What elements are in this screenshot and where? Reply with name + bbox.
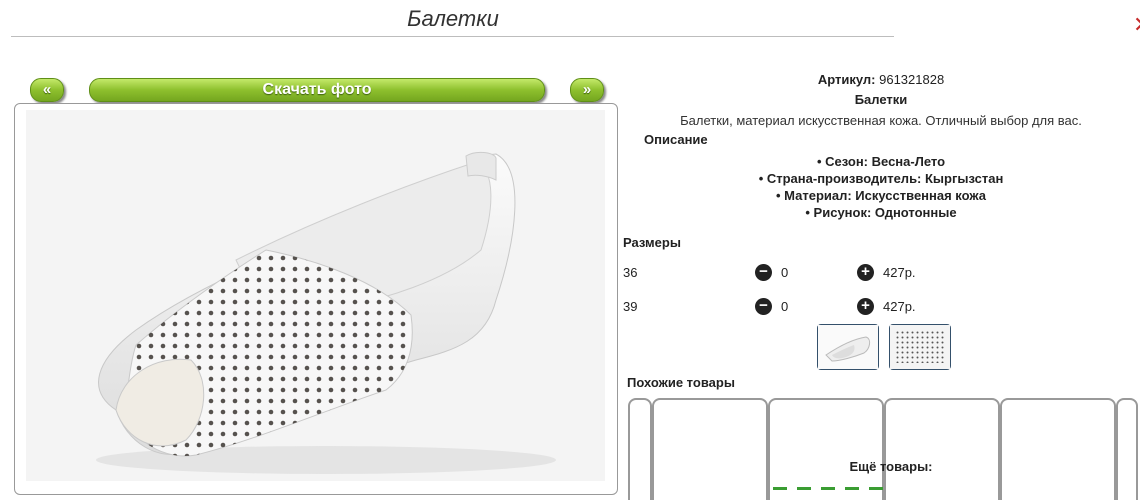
- plus-icon[interactable]: +: [857, 298, 874, 315]
- spec-item: • Рисунок: Однотонные: [805, 205, 957, 220]
- page-title: Балетки: [407, 6, 499, 31]
- quantity-value: 0: [781, 265, 789, 280]
- similar-products-heading: Похожие товары: [627, 375, 735, 390]
- article-value: 961321828: [879, 72, 945, 87]
- next-photo-button[interactable]: »: [570, 78, 604, 102]
- spec-list: • Сезон: Весна-Лето • Страна-производите…: [623, 153, 1139, 221]
- close-icon[interactable]: ✕: [1133, 12, 1140, 38]
- product-photo: [26, 110, 605, 481]
- sizes-heading: Размеры: [623, 235, 681, 250]
- prev-photo-button[interactable]: «: [30, 78, 64, 102]
- article-label: Артикул:: [817, 72, 876, 87]
- similar-product-card[interactable]: [628, 398, 652, 500]
- similar-product-card[interactable]: [652, 398, 768, 500]
- price: 427р.: [883, 265, 916, 280]
- price: 427р.: [883, 299, 916, 314]
- product-name: Балетки: [854, 92, 908, 107]
- product-description: Балетки, материал искусственная кожа. От…: [680, 113, 1082, 128]
- spec-item: • Страна-производитель: Кыргызстан: [758, 171, 1004, 186]
- title-divider: [11, 36, 894, 37]
- spec-item: • Материал: Искусственная кожа: [775, 188, 987, 203]
- similar-product-card[interactable]: [1116, 398, 1138, 500]
- similar-product-card[interactable]: [884, 398, 1000, 500]
- size-label: 36: [623, 265, 638, 280]
- spec-item: • Сезон: Весна-Лето: [816, 154, 946, 169]
- similar-product-card[interactable]: [768, 398, 884, 500]
- description-heading: Описание: [644, 132, 708, 147]
- quantity-value: 0: [781, 299, 789, 314]
- plus-icon[interactable]: +: [857, 264, 874, 281]
- article-line: Артикул: 961321828: [623, 72, 1139, 87]
- more-products-heading: Ещё товары:: [849, 459, 933, 474]
- download-photo-button[interactable]: Скачать фото: [89, 78, 545, 102]
- size-label: 39: [623, 299, 638, 314]
- similar-product-card[interactable]: [1000, 398, 1116, 500]
- minus-icon[interactable]: −: [755, 264, 772, 281]
- minus-icon[interactable]: −: [755, 298, 772, 315]
- size-row: 39 − 0 + 427р.: [623, 298, 1139, 319]
- size-row: 36 − 0 + 427р.: [623, 264, 1139, 285]
- photo-thumbnail[interactable]: [889, 324, 951, 370]
- photo-thumbnail[interactable]: [817, 324, 879, 370]
- more-products-links[interactable]: [773, 478, 973, 490]
